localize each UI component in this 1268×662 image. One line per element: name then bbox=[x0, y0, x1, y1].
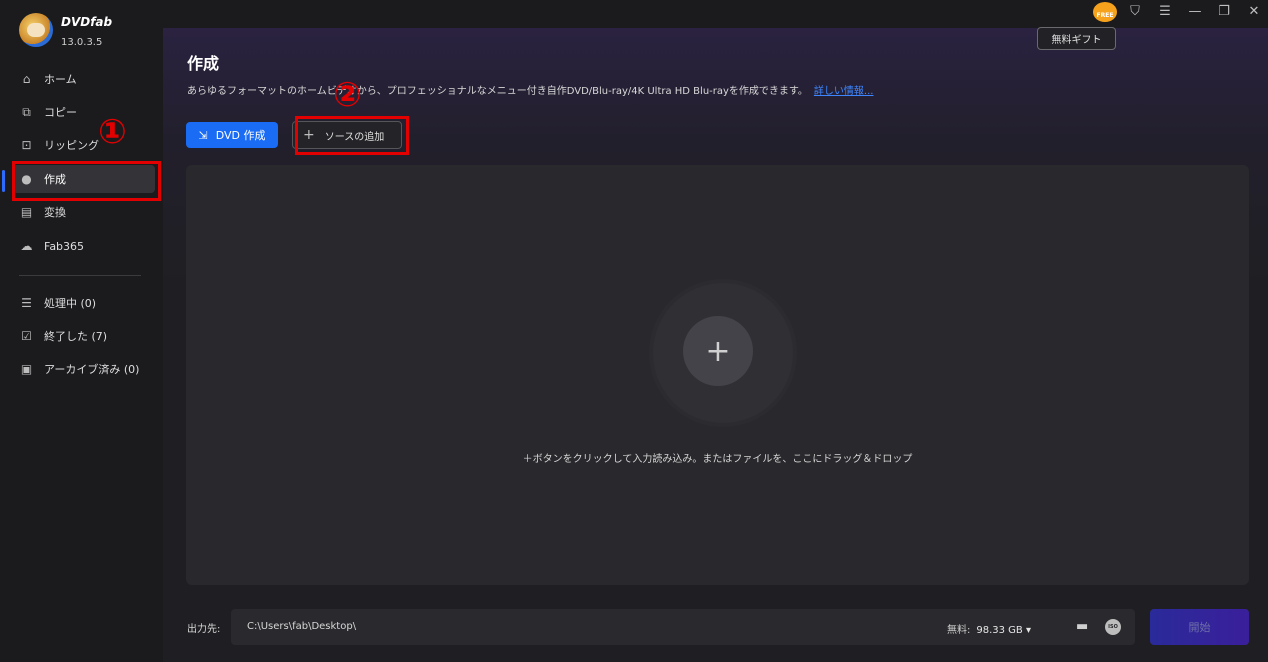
sidebar-item-label: 変換 bbox=[44, 206, 66, 219]
output-path-field[interactable]: C:\Users\fab\Desktop\ 無料: 98.33 GB ▾ ▬ IS… bbox=[231, 609, 1135, 645]
menu-icon[interactable]: ☰ bbox=[1157, 3, 1173, 21]
output-path: C:\Users\fab\Desktop\ bbox=[247, 621, 357, 632]
sidebar-item-label: コピー bbox=[44, 106, 77, 119]
sidebar-item-copy[interactable]: ⧉ コピー bbox=[12, 98, 155, 126]
sidebar-item-label: リッピング bbox=[44, 139, 99, 152]
copy-icon: ⧉ bbox=[22, 104, 31, 119]
sidebar-item-processing[interactable]: ☰ 処理中 (0) bbox=[12, 289, 155, 317]
sidebar-item-convert[interactable]: ▤ 変換 bbox=[12, 198, 155, 226]
app-logo: DVDfab 13.0.3.5 bbox=[19, 13, 112, 48]
description-text: あらゆるフォーマットのホームビデオから、プロフェッショナルなメニュー付き自作DV… bbox=[187, 86, 808, 97]
logo-icon bbox=[19, 13, 53, 47]
output-label: 出力先: bbox=[187, 624, 221, 635]
free-space[interactable]: 無料: 98.33 GB ▾ bbox=[947, 621, 1031, 636]
export-icon: ⇲ bbox=[198, 128, 208, 142]
minimize-icon[interactable]: — bbox=[1187, 3, 1203, 21]
sidebar-divider bbox=[19, 275, 141, 276]
check-calendar-icon: ☑ bbox=[21, 328, 32, 343]
sidebar-item-label: Fab365 bbox=[44, 239, 85, 253]
annotation-one: ① bbox=[98, 112, 127, 152]
app-version: 13.0.3.5 bbox=[61, 37, 103, 48]
sidebar: DVDfab 13.0.3.5 ⌂ ホーム ⧉ コピー ⊡ リッピング ● 作成… bbox=[0, 0, 163, 662]
film-icon: ▤ bbox=[20, 204, 33, 219]
highlight-box-create bbox=[12, 161, 161, 201]
dvd-create-label: DVD 作成 bbox=[215, 129, 266, 142]
drop-zone[interactable]: + ＋ボタンをクリックして入力読み込み。またはファイルを、ここにドラッグ＆ドロッ… bbox=[186, 165, 1249, 585]
shirt-icon[interactable]: ⛉ bbox=[1127, 3, 1143, 21]
list-icon: ☰ bbox=[21, 295, 32, 310]
folder-icon[interactable]: ▬ bbox=[1076, 619, 1092, 634]
add-ring: + bbox=[653, 283, 793, 423]
ripping-icon: ⊡ bbox=[21, 137, 32, 152]
free-space-value: 98.33 GB ▾ bbox=[976, 625, 1031, 636]
close-icon[interactable]: ✕ bbox=[1246, 3, 1262, 21]
sidebar-item-label: ホーム bbox=[44, 73, 77, 86]
more-info-link[interactable]: 詳しい情報... bbox=[814, 86, 874, 97]
home-icon: ⌂ bbox=[22, 71, 31, 86]
page-title: 作成 bbox=[187, 54, 220, 73]
dvd-create-button[interactable]: ⇲ DVD 作成 bbox=[186, 122, 278, 148]
plus-icon: + bbox=[705, 333, 731, 369]
sidebar-item-label: 終了した (7) bbox=[44, 330, 108, 343]
iso-icon[interactable]: ISO bbox=[1105, 619, 1121, 635]
sidebar-item-label: 処理中 (0) bbox=[44, 297, 97, 310]
restore-icon[interactable]: ❐ bbox=[1216, 3, 1232, 21]
page-description: あらゆるフォーマットのホームビデオから、プロフェッショナルなメニュー付き自作DV… bbox=[187, 82, 873, 97]
cloud-icon: ☁ bbox=[20, 238, 33, 253]
sidebar-item-archived[interactable]: ▣ アーカイブ済み (0) bbox=[12, 355, 155, 383]
start-button[interactable]: 開始 bbox=[1150, 609, 1249, 645]
sidebar-item-fab365[interactable]: ☁ Fab365 bbox=[12, 232, 155, 260]
sidebar-item-finished[interactable]: ☑ 終了した (7) bbox=[12, 322, 155, 350]
free-badge-icon[interactable]: FREE bbox=[1093, 2, 1117, 22]
add-file-button[interactable]: + bbox=[683, 316, 753, 386]
sidebar-item-home[interactable]: ⌂ ホーム bbox=[12, 65, 155, 93]
active-indicator bbox=[2, 170, 5, 192]
brand-name: DVDfab bbox=[61, 15, 113, 29]
archive-icon: ▣ bbox=[20, 361, 33, 376]
free-space-label: 無料: bbox=[947, 625, 971, 636]
highlight-box-add-source bbox=[295, 116, 409, 155]
sidebar-item-ripping[interactable]: ⊡ リッピング bbox=[12, 131, 155, 159]
drop-hint: ＋ボタンをクリックして入力読み込み。またはファイルを、ここにドラッグ＆ドロップ bbox=[522, 454, 913, 465]
annotation-two: ② bbox=[333, 75, 362, 115]
sidebar-item-label: アーカイブ済み (0) bbox=[44, 363, 140, 376]
free-gift-button[interactable]: 無料ギフト bbox=[1037, 27, 1116, 50]
